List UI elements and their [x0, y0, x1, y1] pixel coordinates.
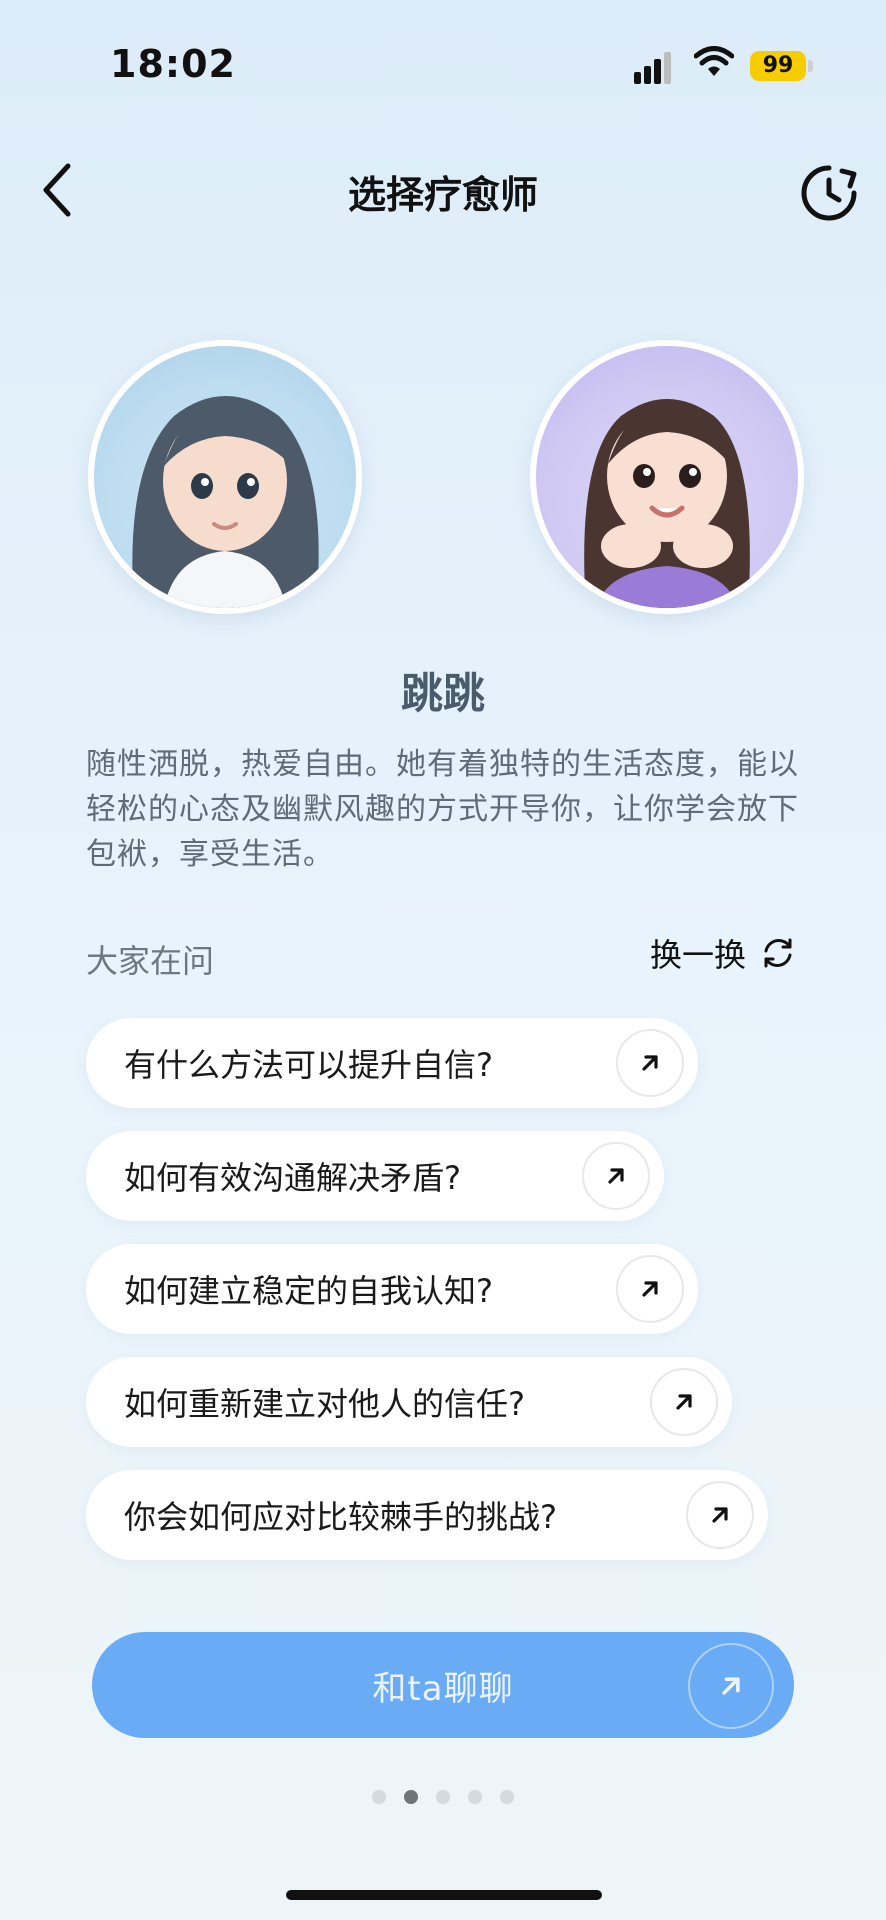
therapist-avatar-tiaotiao[interactable]	[88, 340, 362, 614]
page-title: 选择疗愈师	[347, 173, 538, 217]
arrow-up-right-icon[interactable]	[650, 1368, 718, 1436]
question-item[interactable]: 你会如何应对比较棘手的挑战?	[86, 1470, 768, 1560]
battery-indicator: 99	[750, 51, 806, 81]
arrow-up-right-icon	[688, 1643, 774, 1729]
pager-dot[interactable]	[372, 1790, 386, 1804]
question-item[interactable]: 如何有效沟通解决矛盾?	[86, 1131, 664, 1221]
question-text: 如何重新建立对他人的信任?	[124, 1385, 525, 1423]
home-indicator[interactable]	[286, 1890, 602, 1900]
question-text: 你会如何应对比较棘手的挑战?	[124, 1498, 557, 1536]
avatar-illustration-icon	[584, 399, 750, 608]
arrow-up-right-icon[interactable]	[582, 1142, 650, 1210]
question-item[interactable]: 如何重新建立对他人的信任?	[86, 1357, 732, 1447]
question-text: 如何有效沟通解决矛盾?	[124, 1159, 461, 1197]
therapist-description: 随性洒脱，热爱自由。她有着独特的生活态度，能以轻松的心态及幽默风趣的方式开导你，…	[86, 747, 799, 872]
question-text: 有什么方法可以提升自信?	[124, 1046, 493, 1084]
pager-dot[interactable]	[468, 1790, 482, 1804]
wifi-icon	[694, 46, 734, 76]
arrow-up-right-icon[interactable]	[686, 1481, 754, 1549]
question-text: 如何建立稳定的自我认知?	[124, 1272, 493, 1310]
history-clock-icon[interactable]	[798, 162, 860, 224]
pager-dot-active[interactable]	[404, 1790, 418, 1804]
battery-tip	[808, 60, 813, 72]
status-time: 18:02	[110, 42, 236, 86]
chat-button-label: 和ta聊聊	[372, 1668, 514, 1709]
refresh-questions-button[interactable]: 换一换	[650, 930, 796, 976]
refresh-icon	[764, 938, 792, 968]
chat-with-therapist-button[interactable]: 和ta聊聊	[92, 1632, 794, 1738]
question-item[interactable]: 如何建立稳定的自我认知?	[86, 1244, 698, 1334]
arrow-up-right-icon[interactable]	[616, 1255, 684, 1323]
question-item[interactable]: 有什么方法可以提升自信?	[86, 1018, 698, 1108]
therapist-name: 跳跳	[400, 669, 485, 718]
therapist-avatar-secondary[interactable]	[530, 340, 804, 614]
pager-dots	[372, 1790, 514, 1804]
cellular-signal-icon	[634, 52, 676, 84]
pager-dot[interactable]	[436, 1790, 450, 1804]
arrow-up-right-icon[interactable]	[616, 1029, 684, 1097]
refresh-label: 换一换	[650, 936, 747, 974]
avatar-illustration-icon	[132, 396, 319, 608]
questions-section-label: 大家在问	[86, 942, 215, 980]
pager-dot[interactable]	[500, 1790, 514, 1804]
